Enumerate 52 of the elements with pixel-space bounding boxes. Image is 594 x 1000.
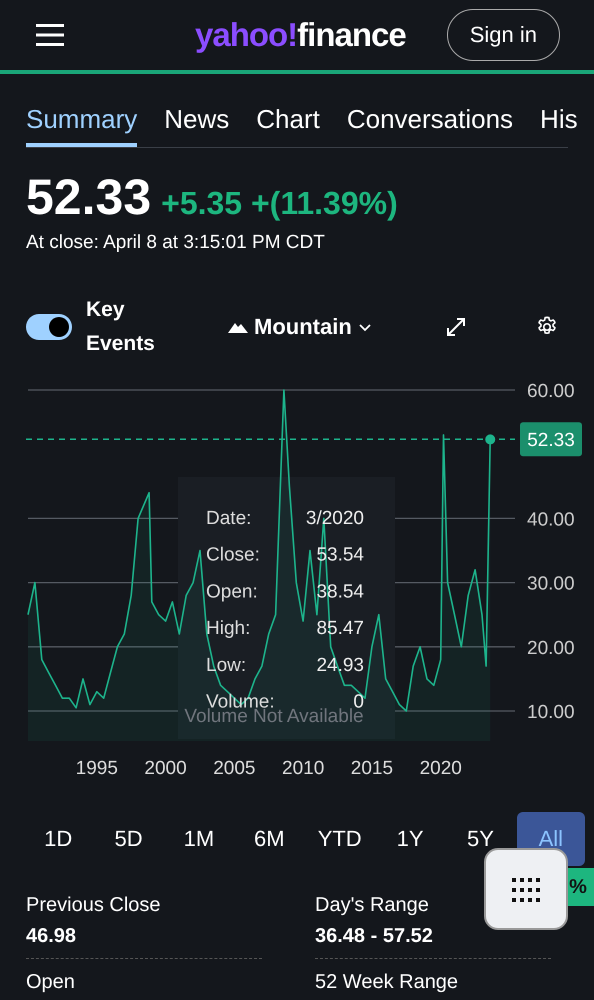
tooltip-value: 3/2020	[306, 508, 364, 529]
last-point	[485, 434, 496, 444]
close-time: At close: April 8 at 3:15:01 PM CDT	[26, 232, 326, 254]
expand-icon[interactable]	[446, 317, 466, 337]
axis-label: 60.00	[527, 381, 575, 402]
logo[interactable]: yahoo!finance	[154, 16, 447, 54]
stat-label: Day's Range	[315, 894, 430, 917]
chart-type-dropdown[interactable]: Mountain	[228, 314, 372, 340]
range-button[interactable]: YTD	[306, 812, 374, 866]
price-change: +5.35 +(11.39%)	[161, 185, 398, 222]
tab[interactable]: News	[164, 104, 230, 147]
stock-price: 52.33	[26, 168, 152, 226]
axis-label: 2005	[213, 758, 256, 779]
toggle-label: Key Events	[86, 297, 156, 357]
grid-icon	[512, 875, 540, 903]
tooltip-value: 0	[353, 692, 364, 712]
axis-label: 2000	[144, 758, 187, 779]
tooltip-label: Open:	[206, 581, 258, 602]
stat-label: Previous Close	[26, 894, 162, 917]
price-badge	[520, 422, 582, 456]
stat-label: 52 Week Range	[315, 971, 460, 994]
chevron-down-icon	[358, 322, 372, 332]
tooltip-label: High:	[206, 618, 250, 640]
range-button[interactable]: 1D	[24, 812, 92, 866]
axis-label: 2020	[420, 758, 462, 779]
tab[interactable]: Conversations	[346, 104, 514, 147]
tab[interactable]: Chart	[256, 104, 320, 147]
tab[interactable]: His	[540, 104, 578, 147]
stat-label: Open	[26, 971, 76, 994]
stat-value: 46.98	[26, 925, 78, 948]
sign-in-button[interactable]: Sign in	[446, 9, 560, 61]
tooltip-label: Close:	[206, 544, 260, 566]
tooltip-label: Date:	[206, 508, 252, 529]
axis-label: 40.00	[527, 509, 575, 530]
toggle-switch[interactable]	[26, 314, 72, 340]
range-button[interactable]: 1M	[164, 812, 234, 866]
mountain-icon	[228, 321, 248, 333]
menu-icon[interactable]	[36, 24, 64, 46]
price-label: 52.33	[527, 430, 575, 452]
tab[interactable]: Summary	[26, 104, 138, 147]
stat-value: 36.48 - 57.52	[315, 925, 434, 948]
range-button[interactable]: 5Y	[446, 812, 515, 866]
axis-label: 20.00	[527, 638, 575, 659]
range-button[interactable]: 1Y	[376, 812, 444, 866]
axis-label: 2015	[350, 758, 394, 779]
axis-label: 2010	[282, 758, 324, 779]
range-button[interactable]: 6M	[235, 812, 304, 866]
axis-label: 1995	[76, 758, 118, 779]
apps-menu[interactable]	[484, 848, 568, 930]
axis-label: 10.00	[527, 702, 575, 723]
range-button[interactable]: 5D	[94, 812, 163, 866]
axis-label: 30.00	[527, 574, 575, 595]
